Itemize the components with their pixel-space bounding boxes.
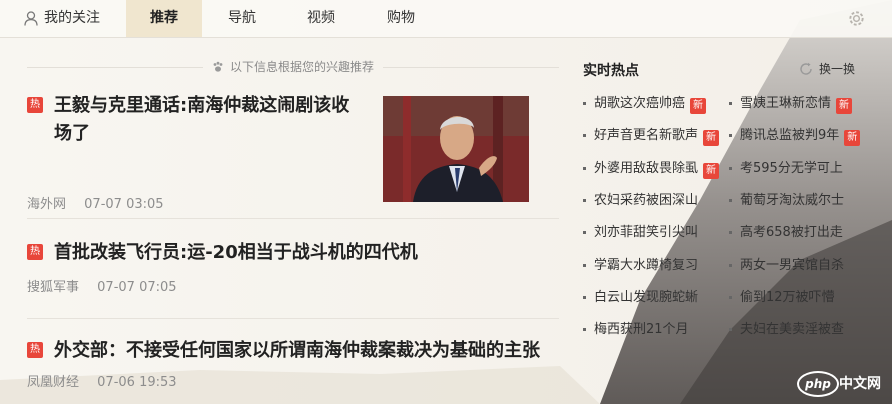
- refresh-icon: [800, 62, 812, 75]
- bullet-dot: [729, 328, 732, 331]
- watermark-site: 中文网: [839, 376, 881, 392]
- bullet-dot: [729, 199, 732, 202]
- hot-list-item[interactable]: 农妇采药被困深山: [583, 191, 698, 211]
- feed-hint-text: 以下信息根据您的兴趣推荐: [229, 60, 374, 74]
- news-time: 07-07 07:05: [97, 280, 177, 295]
- hot-item-text: 梅西获刑21个月: [594, 322, 689, 337]
- bullet-dot: [729, 134, 732, 137]
- hot-item-text: 外婆用敌敌畏除虱: [594, 161, 699, 176]
- refresh-button[interactable]: 换一换: [799, 60, 855, 77]
- hot-list-item[interactable]: 胡歌这次癌帅癌新: [583, 94, 707, 114]
- new-badge: 新: [703, 163, 720, 179]
- tab-recommend[interactable]: 推荐: [126, 0, 202, 37]
- hot-item-text: 白云山发现腕蛇蜥: [594, 290, 699, 305]
- bullet-dot: [729, 264, 732, 267]
- news-item: 热 王毅与克里通话:南海仲裁这闹剧该收场了 海外网 07-07 03:05: [27, 88, 559, 219]
- tab-shopping[interactable]: 购物: [372, 0, 430, 37]
- hot-item-text: 农妇采药被困深山: [594, 193, 699, 208]
- news-meta: 搜狐军事 07-07 07:05: [27, 276, 177, 295]
- news-item: 热 首批改装飞行员:运-20相当于战斗机的四代机 搜狐军事 07-07 07:0…: [27, 234, 559, 319]
- hot-list-item[interactable]: 腾讯总监被判9年新: [729, 126, 861, 146]
- news-thumbnail[interactable]: [383, 96, 529, 202]
- news-source[interactable]: 搜狐军事: [27, 280, 79, 295]
- hot-list-item[interactable]: 偷到12万被吓懵: [729, 288, 835, 308]
- news-title[interactable]: 王毅与克里通话:南海仲裁这闹剧该收场了: [54, 92, 364, 148]
- new-badge: 新: [690, 98, 707, 114]
- bullet-dot: [583, 167, 586, 170]
- hot-item-text: 葡萄牙淘汰威尔士: [740, 193, 845, 208]
- news-source[interactable]: 凤凰财经: [27, 375, 79, 390]
- hot-list-item[interactable]: 高考658被打出走: [729, 223, 843, 243]
- paw-icon: [213, 61, 223, 72]
- hot-item-text: 高考658被打出走: [740, 225, 843, 240]
- php-logo: php: [797, 371, 839, 397]
- hot-list-item[interactable]: 刘亦菲甜笑引尖叫: [583, 223, 698, 243]
- bullet-dot: [583, 264, 586, 267]
- new-badge: 新: [844, 130, 861, 146]
- news-title[interactable]: 外交部：不接受任何国家以所谓南海仲裁案裁决为基础的主张: [54, 337, 559, 365]
- bullet-dot: [729, 102, 732, 105]
- bullet-dot: [583, 328, 586, 331]
- news-source[interactable]: 海外网: [27, 197, 66, 212]
- bullet-dot: [583, 199, 586, 202]
- hot-list-item[interactable]: 雪姨王琳新恋情新: [729, 94, 853, 114]
- new-badge: 新: [703, 130, 720, 146]
- hot-list-header: 实时热点 换一换: [583, 60, 855, 80]
- tab-video[interactable]: 视频: [292, 0, 350, 37]
- bullet-dot: [729, 296, 732, 299]
- user-icon: [24, 11, 38, 26]
- hot-item-text: 偷到12万被吓懵: [740, 290, 835, 305]
- gear-icon[interactable]: [847, 9, 866, 28]
- refresh-label: 换一换: [818, 62, 855, 76]
- news-time: 07-07 03:05: [84, 197, 164, 212]
- hot-item-text: 腾讯总监被判9年: [740, 128, 840, 143]
- tab-label: 我的关注: [44, 10, 100, 26]
- hot-list-item[interactable]: 好声音更名新歌声新: [583, 126, 720, 146]
- hot-tag: 热: [27, 244, 43, 260]
- hot-item-text: 好声音更名新歌声: [594, 128, 699, 143]
- hot-tag: 热: [27, 342, 43, 358]
- hot-list-item[interactable]: 葡萄牙淘汰威尔士: [729, 191, 844, 211]
- php-watermark: php 中文网: [797, 369, 881, 397]
- hot-list-item[interactable]: 两女一男宾馆自杀: [729, 256, 844, 276]
- news-item: 热 外交部：不接受任何国家以所谓南海仲裁案裁决为基础的主张 凤凰财经 07-06…: [27, 332, 559, 404]
- bullet-dot: [583, 231, 586, 234]
- bullet-dot: [583, 102, 586, 105]
- hot-item-text: 刘亦菲甜笑引尖叫: [594, 225, 699, 240]
- hot-tag: 热: [27, 97, 43, 113]
- bullet-dot: [729, 231, 732, 234]
- hot-item-text: 夫妇在美卖淫被查: [740, 322, 845, 337]
- hot-item-text: 两女一男宾馆自杀: [740, 258, 845, 273]
- top-tab-bar: 我的关注 推荐 导航 视频 购物: [0, 0, 892, 38]
- tab-navigation[interactable]: 导航: [214, 0, 270, 37]
- hot-list-item[interactable]: 学霸大水蹲椅复习: [583, 256, 698, 276]
- bullet-dot: [729, 167, 732, 170]
- news-title[interactable]: 首批改装飞行员:运-20相当于战斗机的四代机: [54, 239, 554, 267]
- hot-list-item[interactable]: 白云山发现腕蛇蜥: [583, 288, 698, 308]
- hot-item-text: 考595分无学可上: [740, 161, 843, 176]
- news-meta: 海外网 07-07 03:05: [27, 193, 164, 212]
- main-content: 以下信息根据您的兴趣推荐 热 王毅与克里通话:南海仲裁这闹剧该收场了 海外网 0…: [0, 38, 892, 404]
- hot-list-item[interactable]: 夫妇在美卖淫被查: [729, 320, 844, 340]
- new-badge: 新: [836, 98, 853, 114]
- tab-my-follow[interactable]: 我的关注: [22, 0, 112, 37]
- feed-recommend-hint: 以下信息根据您的兴趣推荐: [27, 58, 559, 76]
- news-time: 07-06 19:53: [97, 375, 177, 390]
- hot-item-text: 雪姨王琳新恋情: [740, 96, 832, 111]
- bullet-dot: [583, 134, 586, 137]
- hot-list-item[interactable]: 梅西获刑21个月: [583, 320, 689, 340]
- hot-item-text: 学霸大水蹲椅复习: [594, 258, 699, 273]
- bullet-dot: [583, 296, 586, 299]
- news-meta: 凤凰财经 07-06 19:53: [27, 371, 177, 390]
- hot-list-item[interactable]: 外婆用敌敌畏除虱新: [583, 159, 720, 179]
- hot-list-item[interactable]: 考595分无学可上: [729, 159, 843, 179]
- hot-list-title: 实时热点: [583, 63, 639, 79]
- hot-item-text: 胡歌这次癌帅癌: [594, 96, 686, 111]
